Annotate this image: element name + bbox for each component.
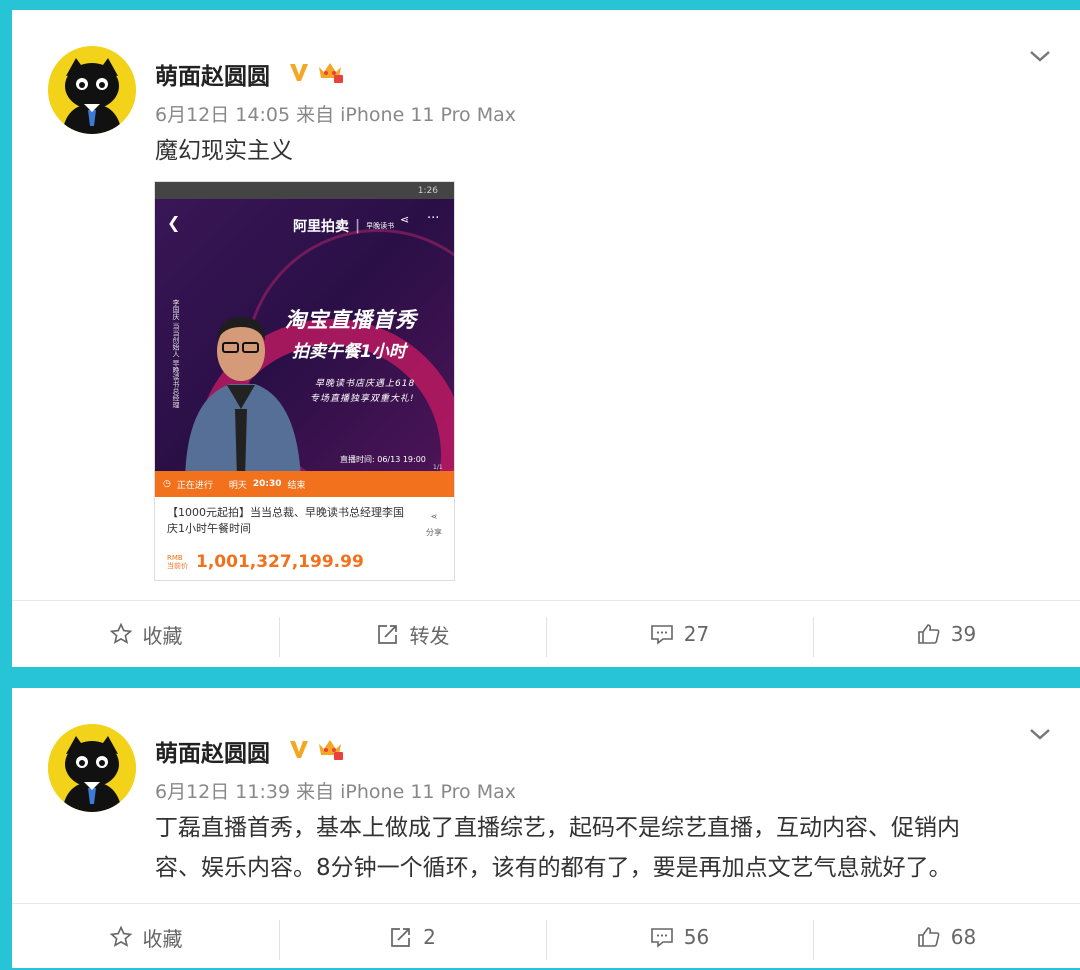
author-avatar[interactable] bbox=[48, 724, 136, 812]
zaowan-logo: 早晚读书 bbox=[366, 222, 395, 230]
more-icon: ··· bbox=[427, 211, 440, 226]
poster-live-time: 直播时间: 06/13 19:00 bbox=[340, 455, 426, 464]
auction-status-bar: ◷ 正在进行 明天 20:30 结束 bbox=[155, 471, 454, 497]
poster-headline-2: 拍卖午餐1小时 bbox=[292, 342, 406, 362]
back-icon: ❮ bbox=[167, 213, 181, 232]
favorite-button[interactable]: 收藏 bbox=[12, 904, 279, 970]
thumbs-up-icon bbox=[917, 624, 940, 644]
post-actions: 收藏 2 56 68 bbox=[12, 903, 1080, 970]
member-crown-icon bbox=[319, 63, 343, 83]
weibo-post-1: 萌面赵圆圆 6月12日 14:05 来自 iPhone 11 Pro Max 魔… bbox=[12, 10, 1080, 667]
comment-button[interactable]: 56 bbox=[546, 904, 813, 970]
author-name[interactable]: 萌面赵圆圆 bbox=[155, 734, 270, 768]
thumbs-up-icon bbox=[917, 927, 940, 947]
like-button[interactable]: 68 bbox=[813, 904, 1080, 970]
poster-sub-2: 专场直播独享双重大礼! bbox=[310, 394, 415, 404]
black-cat-avatar-icon bbox=[48, 46, 136, 134]
poster-logos: 阿里拍卖 | 早晚读书 bbox=[293, 218, 395, 235]
chevron-down-icon[interactable] bbox=[1028, 726, 1052, 742]
comment-icon bbox=[650, 928, 673, 948]
repost-button[interactable]: 2 bbox=[279, 904, 546, 970]
chevron-down-icon[interactable] bbox=[1028, 48, 1052, 64]
post-text-line-2: 容、娱乐内容。8分钟一个循环，该有的都有了，要是再加点文艺气息就好了。 bbox=[155, 855, 952, 881]
post-meta: 6月12日 11:39 来自 iPhone 11 Pro Max bbox=[155, 781, 516, 803]
star-icon bbox=[109, 622, 132, 644]
verified-v-icon bbox=[290, 741, 308, 758]
weibo-post-2: 萌面赵圆圆 6月12日 11:39 来自 iPhone 11 Pro Max 丁… bbox=[12, 688, 1080, 968]
poster-headline-1: 淘宝直播首秀 bbox=[285, 308, 417, 332]
author-name[interactable]: 萌面赵圆圆 bbox=[155, 57, 270, 91]
auction-description: 【1000元起拍】当当总裁、早晚读书总经理李国庆1小时午餐时间 ⋖ 分享 bbox=[155, 497, 454, 552]
poster-sub-1: 早晚读书店庆遇上618 bbox=[315, 379, 416, 389]
post-image[interactable]: 1:26 ❮ 阿里拍卖 | 早晚读书 ⋖ ··· 李国庆 当当创始人 早晚读书总… bbox=[154, 181, 455, 581]
poster-pager: 1/1 bbox=[433, 464, 443, 471]
repost-icon bbox=[377, 625, 397, 644]
member-crown-icon bbox=[319, 740, 343, 760]
post-meta: 6月12日 14:05 来自 iPhone 11 Pro Max bbox=[155, 104, 516, 126]
auction-poster: ❮ 阿里拍卖 | 早晚读书 ⋖ ··· 李国庆 当当创始人 早晚读书总经理 淘宝… bbox=[155, 199, 454, 471]
comment-icon bbox=[650, 625, 673, 645]
clock-icon: ◷ bbox=[163, 479, 171, 489]
favorite-button[interactable]: 收藏 bbox=[12, 601, 279, 667]
repost-icon bbox=[391, 928, 410, 947]
post-text: 魔幻现实主义 bbox=[155, 138, 293, 164]
comment-button[interactable]: 27 bbox=[546, 601, 813, 667]
like-button[interactable]: 39 bbox=[813, 601, 1080, 667]
share-icon: ⋖ bbox=[400, 213, 410, 226]
auction-price: RMB 当前价 1,001,327,199.99 bbox=[167, 552, 364, 572]
post-actions: 收藏 转发 27 39 bbox=[12, 600, 1080, 667]
author-avatar[interactable] bbox=[48, 46, 136, 134]
repost-button[interactable]: 转发 bbox=[279, 601, 546, 667]
star-icon bbox=[109, 925, 132, 947]
phone-status-bar: 1:26 bbox=[155, 182, 454, 199]
verified-v-icon bbox=[290, 64, 308, 81]
post-text-line-1: 丁磊直播首秀，基本上做成了直播综艺，起码不是综艺直播，互动内容、促销内 bbox=[155, 815, 960, 841]
alibaba-auction-logo: 阿里拍卖 bbox=[293, 219, 349, 235]
share-button: ⋖ 分享 bbox=[426, 512, 442, 537]
black-cat-avatar-icon bbox=[48, 724, 136, 812]
